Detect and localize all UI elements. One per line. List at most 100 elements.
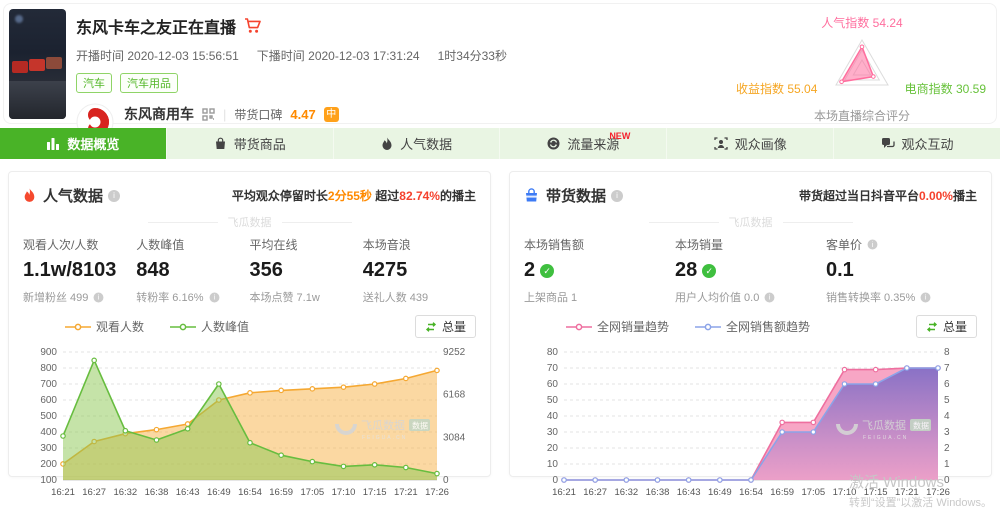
svg-text:70: 70 (547, 363, 559, 374)
category-tags: 汽车 汽车用品 (76, 73, 716, 93)
svg-text:16:43: 16:43 (176, 487, 200, 498)
popularity-stats: 观看人次/人数 1.1w/8103 新增粉丝 499i 人数峰值 848 转粉率… (23, 236, 476, 305)
svg-text:FEIGUA.CN: FEIGUA.CN (863, 435, 908, 441)
popularity-note: 平均观众停留时长2分55秒 超过82.74%的播主 (232, 187, 476, 204)
svg-text:16:21: 16:21 (552, 487, 576, 498)
svg-text:16:32: 16:32 (113, 487, 137, 498)
legend-peak[interactable]: 人数峰值 (170, 318, 249, 335)
svg-text:9252: 9252 (443, 347, 466, 358)
svg-text:17:10: 17:10 (332, 487, 356, 498)
svg-text:16:59: 16:59 (770, 487, 794, 498)
svg-text:3084: 3084 (443, 432, 466, 443)
check-icon: ✓ (702, 264, 716, 278)
end-time-value: 2020-12-03 17:31:24 (308, 49, 419, 63)
radar-metric-revenue: 收益指数 55.04 (736, 80, 817, 97)
account-name[interactable]: 东风商用车 (124, 104, 194, 124)
legend-viewers[interactable]: 观看人数 (65, 318, 144, 335)
legend-sales-amount[interactable]: 全网销售额趋势 (695, 318, 810, 335)
swap-icon (926, 322, 938, 332)
end-time-label: 下播时间 (257, 49, 305, 63)
svg-text:6168: 6168 (443, 390, 466, 401)
svg-text:20: 20 (547, 443, 559, 454)
radar-caption: 本场直播综合评分 (736, 107, 988, 124)
svg-text:0: 0 (552, 475, 558, 486)
svg-text:5: 5 (944, 395, 950, 406)
tab-audience-interaction[interactable]: 观众互动 (834, 128, 1000, 159)
tab-popularity[interactable]: 人气数据 (334, 128, 501, 159)
svg-text:300: 300 (40, 443, 57, 454)
stream-title: 东风卡车之友正在直播 (76, 14, 236, 38)
svg-text:0: 0 (443, 475, 449, 486)
info-icon[interactable]: i (921, 292, 931, 302)
svg-text:FEIGUA.CN: FEIGUA.CN (362, 435, 407, 441)
chat-bubbles-icon (881, 137, 895, 150)
svg-text:6: 6 (944, 379, 950, 390)
svg-text:飞瓜数据: 飞瓜数据 (862, 418, 906, 432)
category-tag[interactable]: 汽车用品 (120, 73, 178, 93)
svg-text:17:05: 17:05 (801, 487, 825, 498)
swap-icon (425, 322, 437, 332)
total-toggle-button[interactable]: 总量 (415, 315, 476, 338)
sales-panel: 带货数据 i 带货超过当日抖音平台0.00%播主 飞瓜数据 本场销售额 2✓ 上… (509, 171, 992, 477)
popularity-legend: 观看人数 人数峰值 总量 (23, 315, 476, 338)
feigua-watermark: 飞瓜数据 (23, 214, 476, 230)
svg-text:8: 8 (944, 347, 950, 358)
svg-text:16:21: 16:21 (51, 487, 75, 498)
svg-text:16:38: 16:38 (646, 487, 670, 498)
svg-text:700: 700 (40, 379, 57, 390)
stream-header-card: 东风卡车之友正在直播 开播时间 2020-12-03 15:56:51 下播时间… (3, 3, 997, 124)
info-icon[interactable]: i (765, 292, 775, 302)
svg-text:16:43: 16:43 (677, 487, 701, 498)
svg-text:数据: 数据 (913, 421, 929, 431)
info-icon[interactable]: i (108, 190, 120, 202)
stat-views: 观看人次/人数 1.1w/8103 新增粉丝 499i (23, 236, 136, 305)
tab-data-overview[interactable]: 数据概览 (0, 128, 167, 159)
svg-text:16:32: 16:32 (614, 487, 638, 498)
traffic-source-icon (547, 137, 560, 150)
svg-text:80: 80 (547, 347, 559, 358)
svg-text:100: 100 (40, 475, 57, 486)
new-badge: NEW (609, 131, 630, 141)
popularity-panel: 人气数据 i 平均观众停留时长2分55秒 超过82.74%的播主 飞瓜数据 观看… (8, 171, 491, 477)
dashboard-page: 东风卡车之友正在直播 开播时间 2020-12-03 15:56:51 下播时间… (0, 3, 1000, 509)
stat-avg-order: 客单价i 0.1 销售转换率 0.35%i (826, 236, 977, 305)
total-toggle-button[interactable]: 总量 (916, 315, 977, 338)
tab-audience-profile[interactable]: 观众画像 (667, 128, 834, 159)
category-tag[interactable]: 汽车 (76, 73, 112, 93)
svg-text:2: 2 (944, 443, 950, 454)
check-icon: ✓ (540, 264, 554, 278)
svg-text:16:27: 16:27 (583, 487, 607, 498)
info-icon[interactable]: i (611, 190, 623, 202)
cart-icon (244, 18, 261, 34)
svg-text:16:49: 16:49 (207, 487, 231, 498)
info-icon[interactable]: i (209, 292, 219, 302)
feigua-watermark: 飞瓜数据 (524, 214, 977, 230)
sales-legend: 全网销量趋势 全网销售额趋势 总量 (524, 315, 977, 338)
svg-text:数据: 数据 (412, 421, 428, 431)
stat-avg-online: 平均在线 356 本场点赞 7.1w (250, 236, 363, 305)
popularity-trend-chart[interactable]: 9008007006005004003002001009252616830840… (23, 340, 475, 509)
tab-traffic-source[interactable]: 流量来源 NEW (500, 128, 667, 159)
qr-code-icon[interactable] (202, 108, 215, 121)
svg-text:600: 600 (40, 395, 57, 406)
svg-text:7: 7 (944, 363, 950, 374)
tab-products[interactable]: 带货商品 (167, 128, 334, 159)
stream-duration: 1时34分33秒 (438, 47, 507, 64)
svg-text:3: 3 (944, 427, 950, 438)
svg-text:16:59: 16:59 (269, 487, 293, 498)
info-icon[interactable]: i (868, 240, 878, 250)
reputation-badge: 中 (324, 107, 339, 122)
svg-text:10: 10 (547, 459, 559, 470)
info-icon[interactable]: i (94, 292, 104, 302)
svg-text:800: 800 (40, 363, 57, 374)
svg-text:50: 50 (547, 395, 559, 406)
svg-text:200: 200 (40, 459, 57, 470)
svg-text:16:38: 16:38 (145, 487, 169, 498)
flame-icon (381, 137, 393, 151)
svg-text:17:15: 17:15 (363, 487, 387, 498)
legend-sales-volume[interactable]: 全网销量趋势 (566, 318, 669, 335)
panel-title: 带货数据 (546, 185, 606, 206)
stream-times: 开播时间 2020-12-03 15:56:51 下播时间 2020-12-03… (76, 47, 716, 64)
svg-text:16:54: 16:54 (739, 487, 763, 498)
divider: | (223, 107, 226, 122)
